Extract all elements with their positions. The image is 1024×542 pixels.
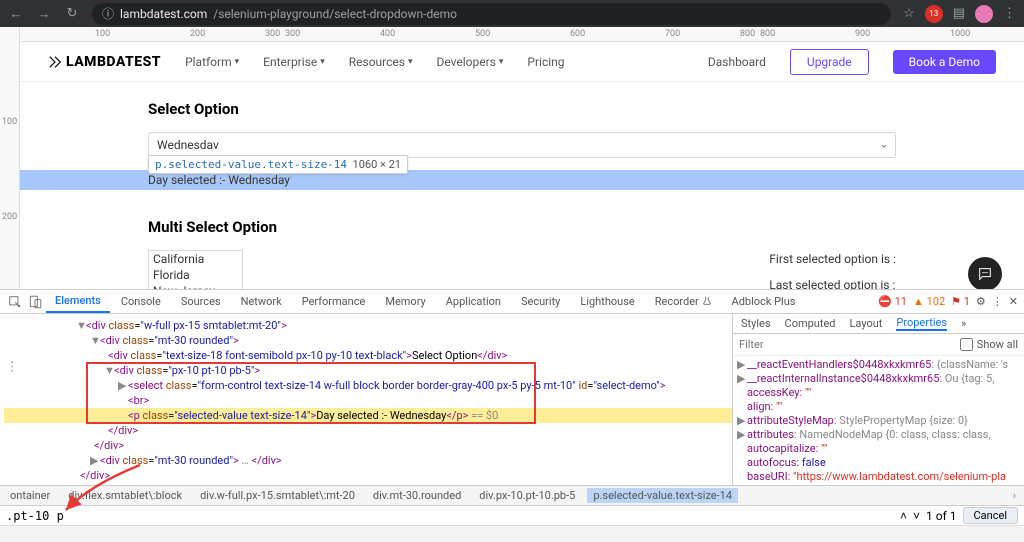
chat-icon	[977, 266, 993, 282]
tab-application[interactable]: Application	[437, 291, 510, 312]
search-next-icon[interactable]: ˅	[913, 509, 920, 523]
forward-button[interactable]: →	[36, 6, 52, 22]
dom-search-bar: ˄ ˅ 1 of 1 Cancel	[0, 505, 1024, 525]
side-tab-computed[interactable]: Computed	[785, 317, 836, 330]
ruler-vertical: 100 200	[0, 27, 20, 289]
kebab-icon[interactable]: ⋮	[992, 295, 1003, 308]
tab-lighthouse[interactable]: Lighthouse	[571, 291, 643, 312]
dom-search-input[interactable]	[6, 509, 894, 523]
properties-filter-input[interactable]	[739, 338, 960, 351]
viewport: 100 200 300 300 400 500 600 700 800 800 …	[0, 27, 1024, 289]
breadcrumb-item[interactable]: div.w-full.px-15.smtablet\:mt-20	[194, 488, 361, 503]
nav-resources[interactable]: Resources▾	[349, 55, 413, 69]
properties-list[interactable]: ▶__reactEventHandlers$0448xkxkmr65: {cla…	[733, 356, 1024, 505]
tab-memory[interactable]: Memory	[376, 291, 434, 312]
more-tabs-icon[interactable]: »	[961, 317, 966, 330]
list-item[interactable]: Florida	[149, 267, 242, 283]
tab-recorder[interactable]: Recorder	[646, 291, 721, 312]
tab-performance[interactable]: Performance	[293, 291, 375, 312]
multi-select-heading: Multi Select Option	[148, 218, 896, 236]
cancel-button[interactable]: Cancel	[963, 507, 1018, 524]
url-domain: lambdatest.com	[120, 7, 207, 21]
list-item[interactable]: California	[149, 251, 242, 267]
select-option-heading: Select Option	[148, 100, 896, 118]
flask-icon	[702, 296, 712, 306]
close-icon[interactable]: ✕	[1009, 295, 1018, 308]
side-tab-properties[interactable]: Properties	[896, 316, 947, 331]
tab-adblock[interactable]: Adblock Plus	[723, 291, 805, 312]
tab-elements[interactable]: Elements	[46, 290, 110, 313]
devtools-panel: Elements Console Sources Network Perform…	[0, 289, 1024, 542]
inspect-element-icon[interactable]	[6, 295, 24, 309]
site-nav: LAMBDATEST Platform▾ Enterprise▾ Resourc…	[20, 42, 1024, 82]
logo-icon	[48, 55, 62, 69]
breadcrumb-item[interactable]: ontainer	[4, 488, 56, 503]
chat-bubble-button[interactable]	[968, 257, 1002, 291]
chevron-down-icon: ▾	[235, 57, 240, 67]
inspector-tooltip: p.selected-value.text-size-14 1060 × 21	[148, 155, 408, 174]
nav-dashboard[interactable]: Dashboard	[708, 55, 766, 69]
first-selected-label: First selected option is :	[769, 252, 896, 266]
nav-enterprise[interactable]: Enterprise▾	[263, 55, 325, 69]
tab-network[interactable]: Network	[232, 291, 291, 312]
issue-count[interactable]: ⚑ 1	[951, 295, 970, 308]
lock-icon: ⓘ	[102, 5, 114, 22]
chevron-down-icon: ▾	[320, 57, 325, 67]
nav-platform[interactable]: Platform▾	[185, 55, 239, 69]
warning-count[interactable]: ▲ 102	[913, 295, 945, 308]
tab-security[interactable]: Security	[512, 291, 569, 312]
breadcrumb-scroll-icon[interactable]: ›	[1013, 489, 1020, 502]
chevron-down-icon: ▾	[499, 57, 504, 67]
breadcrumb-item[interactable]: div.flex.smtablet\:block	[62, 488, 188, 503]
show-all-checkbox[interactable]: Show all	[960, 338, 1018, 351]
extension-badge[interactable]: 13	[925, 5, 943, 23]
footer-spacer	[0, 525, 1024, 542]
error-count[interactable]: ⛔ 11	[878, 295, 907, 308]
menu-icon[interactable]: ⋮	[1003, 6, 1016, 21]
gear-icon[interactable]: ⚙	[976, 295, 986, 308]
side-tabs: Styles Computed Layout Properties »	[733, 314, 1024, 334]
tab-sources[interactable]: Sources	[172, 291, 230, 312]
search-prev-icon[interactable]: ˄	[900, 509, 907, 523]
properties-panel: Styles Computed Layout Properties » Show…	[732, 314, 1024, 505]
side-tab-styles[interactable]: Styles	[741, 317, 771, 330]
dom-selected-node[interactable]: <p class="selected-value text-size-14">D…	[4, 408, 732, 423]
browser-chrome: ← → ↻ ⓘ lambdatest.com/selenium-playgrou…	[0, 0, 1024, 27]
side-tab-layout[interactable]: Layout	[850, 317, 883, 330]
reload-button[interactable]: ↻	[64, 6, 80, 22]
breadcrumb-item-selected[interactable]: p.selected-value.text-size-14	[587, 488, 738, 503]
dom-tree[interactable]: ▼<div class="w-full px-15 smtablet:mt-20…	[0, 314, 732, 505]
kebab-icon[interactable]: ▤	[953, 6, 965, 21]
ruler-horizontal: 100 200 300 300 400 500 600 700 800 800 …	[20, 27, 1024, 42]
breadcrumb-item[interactable]: div.px-10.pt-10.pb-5	[473, 488, 581, 503]
search-result-count: 1 of 1	[926, 509, 956, 523]
ellipsis-icon[interactable]: ⋯	[4, 360, 19, 373]
url-path: /selenium-playground/select-dropdown-dem…	[213, 7, 457, 21]
chevron-down-icon: ▾	[408, 57, 413, 67]
nav-developers[interactable]: Developers▾	[437, 55, 504, 69]
book-demo-button[interactable]: Book a Demo	[893, 50, 996, 74]
star-icon[interactable]: ☆	[903, 6, 915, 21]
profile-avatar[interactable]	[975, 5, 993, 23]
device-toggle-icon[interactable]	[26, 295, 44, 309]
devtools-tabs: Elements Console Sources Network Perform…	[0, 290, 1024, 314]
nav-pricing[interactable]: Pricing	[527, 55, 564, 69]
tab-console[interactable]: Console	[112, 291, 170, 312]
back-button[interactable]: ←	[8, 6, 24, 22]
upgrade-button[interactable]: Upgrade	[790, 49, 869, 75]
breadcrumb-item[interactable]: div.mt-30.rounded	[367, 488, 467, 503]
site-logo[interactable]: LAMBDATEST	[48, 54, 161, 70]
dom-breadcrumb: ontainer div.flex.smtablet\:block div.w-…	[0, 485, 1024, 505]
url-bar[interactable]: ⓘ lambdatest.com/selenium-playground/sel…	[92, 3, 891, 25]
